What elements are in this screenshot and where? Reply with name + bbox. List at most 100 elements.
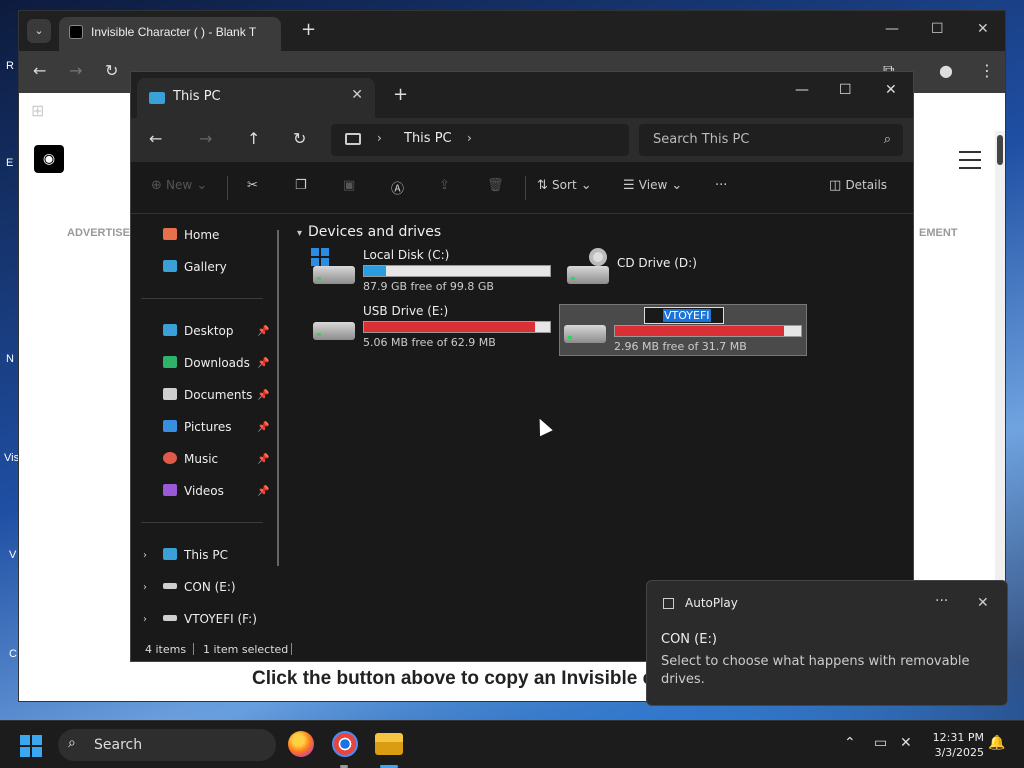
sidebar-item-desktop[interactable]: Desktop <box>163 324 234 338</box>
desktop-icon-label[interactable]: Vis <box>4 452 19 464</box>
expand-chevron-icon[interactable]: › <box>143 550 147 561</box>
more-options-button[interactable]: ··· <box>715 178 727 193</box>
drive-tile-usb-drive-e[interactable]: USB Drive (E:) 5.06 MB free of 62.9 MB <box>309 304 557 352</box>
notification-title: CON (E:) <box>661 632 717 647</box>
notification-more-button[interactable]: ··· <box>935 593 948 609</box>
notification-close-button[interactable]: ✕ <box>977 595 989 611</box>
pin-icon[interactable]: 📌 <box>257 358 269 369</box>
expand-chevron-icon[interactable]: › <box>143 614 147 625</box>
search-input[interactable]: Search This PC ⌕ <box>639 124 903 156</box>
new-button[interactable]: ⊕ New ⌄ <box>151 178 207 193</box>
back-arrow-icon[interactable]: ← <box>149 129 162 148</box>
explorer-tab-label: This PC <box>173 89 221 104</box>
forward-arrow-icon[interactable]: → <box>69 61 82 80</box>
address-bar[interactable]: › This PC › <box>331 124 629 156</box>
new-tab-button[interactable]: + <box>301 19 316 40</box>
autoplay-notification[interactable]: AutoPlay ··· ✕ CON (E:) Select to choose… <box>646 580 1008 706</box>
refresh-icon[interactable]: ↻ <box>293 129 306 148</box>
explorer-close-button[interactable]: ✕ <box>885 82 897 98</box>
back-arrow-icon[interactable]: ← <box>33 61 46 80</box>
copy-icon[interactable]: ❐ <box>295 178 307 193</box>
sort-button[interactable]: ⇅ Sort ⌄ <box>537 178 592 193</box>
sidebar-item-gallery[interactable]: Gallery <box>163 260 227 274</box>
share-icon[interactable]: ⇪ <box>439 178 450 193</box>
pin-icon[interactable]: 📌 <box>257 326 269 337</box>
sidebar-item-vtoyefi-f[interactable]: VTOYEFI (F:) <box>163 612 257 626</box>
explorer-maximize-button[interactable]: ☐ <box>839 82 852 98</box>
browser-close-button[interactable]: ✕ <box>977 21 989 37</box>
sidebar-item-label: CON (E:) <box>184 580 236 594</box>
desktop-icon-label[interactable]: V <box>9 549 16 561</box>
hamburger-menu-icon[interactable] <box>959 151 981 175</box>
sidebar-item-con-e[interactable]: CON (E:) <box>163 580 236 594</box>
pin-icon[interactable]: 📌 <box>257 486 269 497</box>
chevron-up-icon[interactable]: ⌃ <box>844 735 856 751</box>
usb-drive-icon <box>163 615 177 621</box>
explorer-minimize-button[interactable]: — <box>795 82 809 98</box>
view-button[interactable]: ☰ View ⌄ <box>623 178 682 193</box>
desktop-icon-label[interactable]: E <box>6 157 13 169</box>
pin-icon[interactable]: 📌 <box>257 454 269 465</box>
up-arrow-icon[interactable]: ↑ <box>247 129 260 148</box>
navigation-pane: Home Gallery Desktop 📌 Downloads 📌 Docum… <box>131 214 283 639</box>
browser-menu-icon[interactable]: ⋮ <box>979 61 995 80</box>
drive-tile-local-disk-c[interactable]: Local Disk (C:) 87.9 GB free of 99.8 GB <box>309 248 557 296</box>
apps-grid-icon[interactable]: ⊞ <box>31 101 44 120</box>
chevron-right-icon[interactable]: › <box>377 131 382 145</box>
site-logo[interactable]: ◉ <box>34 145 64 173</box>
breadcrumb-this-pc[interactable]: This PC <box>404 131 452 146</box>
sidebar-item-documents[interactable]: Documents <box>163 388 252 402</box>
explorer-tab[interactable]: This PC ✕ <box>137 78 375 118</box>
notification-bell-icon[interactable]: 🔔 <box>988 735 1005 751</box>
divider <box>193 643 194 655</box>
chevron-down-icon: ▾ <box>297 228 303 239</box>
sidebar-item-pictures[interactable]: Pictures <box>163 420 232 434</box>
start-button-windows-icon[interactable] <box>20 735 42 757</box>
sidebar-item-downloads[interactable]: Downloads <box>163 356 250 370</box>
sidebar-item-videos[interactable]: Videos <box>163 484 224 498</box>
browser-minimize-button[interactable]: — <box>885 21 899 37</box>
tab-search-dropdown-button[interactable]: ⌄ <box>27 19 51 43</box>
plus-circle-icon: ⊕ <box>151 178 162 193</box>
desktop-icon-label[interactable]: R <box>6 60 14 72</box>
desktop-icon-label[interactable]: N <box>6 353 14 365</box>
pin-icon[interactable]: 📌 <box>257 390 269 401</box>
section-header[interactable]: ▾ Devices and drives <box>297 224 441 240</box>
rename-icon[interactable]: Ⓐ <box>391 178 404 197</box>
desktop-icon-label[interactable]: C <box>9 648 17 660</box>
sidebar-item-music[interactable]: Music <box>163 452 218 466</box>
volume-muted-icon[interactable]: ✕ <box>900 735 912 751</box>
delete-icon[interactable]: 🗑 <box>487 178 504 193</box>
paste-icon[interactable]: ▣ <box>343 178 355 193</box>
close-tab-icon[interactable]: ✕ <box>351 87 363 103</box>
chevron-right-icon[interactable]: › <box>467 131 472 145</box>
reload-icon[interactable]: ↻ <box>105 61 118 80</box>
rename-selected-text: VTOYEFI <box>663 309 711 322</box>
sidebar-scrollbar[interactable] <box>277 230 279 566</box>
view-label: View <box>638 178 668 192</box>
details-button[interactable]: ◫ Details <box>829 178 887 193</box>
sidebar-item-label: This PC <box>184 548 228 562</box>
profile-icon[interactable]: ● <box>939 61 953 80</box>
browser-tab-active[interactable]: Invisible Character ( ) - Blank T <box>59 17 281 51</box>
taskbar-clock[interactable]: 12:31 PM 3/3/2025 <box>928 730 984 760</box>
drive-name: CD Drive (D:) <box>617 256 697 270</box>
chrome-icon[interactable] <box>332 731 358 757</box>
taskbar-search-box[interactable]: ⌕ Search <box>58 729 276 761</box>
firefox-icon[interactable] <box>288 731 314 757</box>
forward-arrow-icon[interactable]: → <box>199 129 212 148</box>
expand-chevron-icon[interactable]: › <box>143 582 147 593</box>
drive-tile-cd-drive-d[interactable]: CD Drive (D:) <box>563 248 811 296</box>
rename-input[interactable]: VTOYEFI <box>644 307 724 324</box>
sidebar-item-home[interactable]: Home <box>163 228 219 242</box>
cd-drive-icon <box>567 266 609 284</box>
drive-tile-vtoyefi-selected[interactable]: VTOYEFI 2.96 MB free of 31.7 MB <box>559 304 807 356</box>
network-icon[interactable]: ▭ <box>874 735 887 751</box>
sidebar-item-this-pc[interactable]: This PC <box>163 548 228 562</box>
autoplay-icon <box>663 598 674 609</box>
cut-icon[interactable]: ✂ <box>247 178 258 193</box>
pin-icon[interactable]: 📌 <box>257 422 269 433</box>
browser-maximize-button[interactable]: ☐ <box>931 21 944 37</box>
new-explorer-tab-button[interactable]: + <box>393 84 408 105</box>
file-explorer-icon[interactable] <box>375 733 403 755</box>
